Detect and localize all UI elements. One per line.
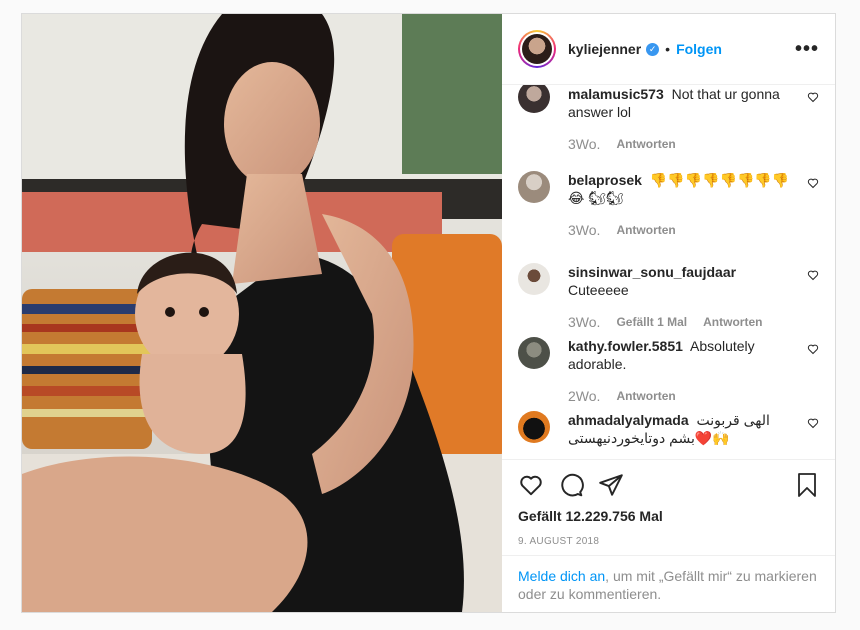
comment-like-icon[interactable] [807, 269, 819, 281]
login-link[interactable]: Melde dich an [518, 568, 605, 584]
post-sidebar: kyliejenner ✓ • Folgen ••• malamusic573 … [502, 14, 835, 612]
avatar-image [522, 34, 552, 64]
photo-illustration [22, 14, 502, 612]
comment-item: malamusic573 Not that ur gonna answer lo… [518, 85, 819, 153]
login-prompt: Melde dich an, um mit „Gefällt mir“ zu m… [502, 555, 835, 612]
post-actions: Gefällt 12.229.756 Mal 9. August 2018 [502, 459, 835, 555]
comments-list[interactable]: malamusic573 Not that ur gonna answer lo… [502, 85, 835, 459]
post-photo[interactable] [22, 14, 502, 612]
comment-text: Cuteeeee [568, 282, 629, 298]
comment-like-icon[interactable] [807, 177, 819, 189]
comment-likes-count[interactable]: Gefällt 1 Mal [616, 313, 687, 331]
comment-item: kathy.fowler.5851 Absolutely adorable. 2… [518, 337, 819, 405]
comment-body: kathy.fowler.5851 Absolutely adorable. 2… [568, 337, 798, 405]
reply-button[interactable]: Antworten [616, 221, 675, 239]
action-icons [518, 472, 819, 498]
comment-meta: 3Wo. Antworten [568, 135, 798, 153]
comment-username[interactable]: malamusic573 [568, 86, 664, 102]
post-card: kyliejenner ✓ • Folgen ••• malamusic573 … [21, 13, 836, 613]
comment-username[interactable]: sinsinwar_sonu_faujdaar [568, 264, 736, 280]
reply-button[interactable]: Antworten [616, 135, 675, 153]
reply-button[interactable]: Antworten [703, 313, 762, 331]
separator-dot: • [665, 41, 671, 57]
post-header: kyliejenner ✓ • Folgen ••• [502, 14, 835, 85]
avatar-frame [520, 32, 554, 66]
comment-like-icon[interactable] [807, 343, 819, 355]
comment-body: malamusic573 Not that ur gonna answer lo… [568, 85, 798, 153]
comment-meta: 3Wo. Gefällt 1 Mal Antworten [568, 313, 798, 331]
follow-button[interactable]: Folgen [676, 41, 722, 57]
comment-username[interactable]: ahmadalyalymada [568, 412, 689, 428]
heart-icon[interactable] [518, 472, 544, 498]
post-username[interactable]: kyliejenner [568, 41, 641, 57]
comment-meta: 3Wo. Antworten [568, 221, 798, 239]
likes-count[interactable]: Gefällt 12.229.756 Mal [518, 508, 819, 524]
comment-avatar[interactable] [518, 85, 550, 113]
bookmark-icon[interactable] [795, 472, 819, 498]
comment-age[interactable]: 3Wo. [568, 135, 600, 153]
comment-item: belaprosek 👎👎👎👎👎👎👎👎😂 🐿🐿 3Wo. Antworten [518, 171, 819, 239]
comment-avatar[interactable] [518, 171, 550, 203]
comment-avatar[interactable] [518, 263, 550, 295]
profile-avatar[interactable] [518, 30, 556, 68]
comment-age[interactable]: 2Wo. [568, 387, 600, 405]
comment-username[interactable]: kathy.fowler.5851 [568, 338, 683, 354]
comment-meta: 2Wo. Antworten [568, 387, 798, 405]
reply-button[interactable]: Antworten [616, 387, 675, 405]
share-icon[interactable] [598, 472, 624, 498]
comment-item: sinsinwar_sonu_faujdaar Cuteeeee 3Wo. Ge… [518, 263, 819, 331]
more-options-icon[interactable]: ••• [795, 38, 819, 61]
comment-like-icon[interactable] [807, 417, 819, 429]
comment-item: ahmadalyalymada الهی قربونت بشم دوتایخور… [518, 411, 819, 447]
comment-body: sinsinwar_sonu_faujdaar Cuteeeee 3Wo. Ge… [568, 263, 798, 331]
comment-body: ahmadalyalymada الهی قربونت بشم دوتایخور… [568, 411, 798, 447]
comment-username[interactable]: belaprosek [568, 172, 642, 188]
comment-age[interactable]: 3Wo. [568, 313, 600, 331]
comment-age[interactable]: 3Wo. [568, 221, 600, 239]
post-date[interactable]: 9. August 2018 [518, 536, 819, 547]
comment-icon[interactable] [558, 472, 584, 498]
verified-icon: ✓ [646, 42, 660, 56]
comment-avatar[interactable] [518, 337, 550, 369]
comment-avatar[interactable] [518, 411, 550, 443]
comment-like-icon[interactable] [807, 91, 819, 103]
comment-body: belaprosek 👎👎👎👎👎👎👎👎😂 🐿🐿 3Wo. Antworten [568, 171, 798, 239]
